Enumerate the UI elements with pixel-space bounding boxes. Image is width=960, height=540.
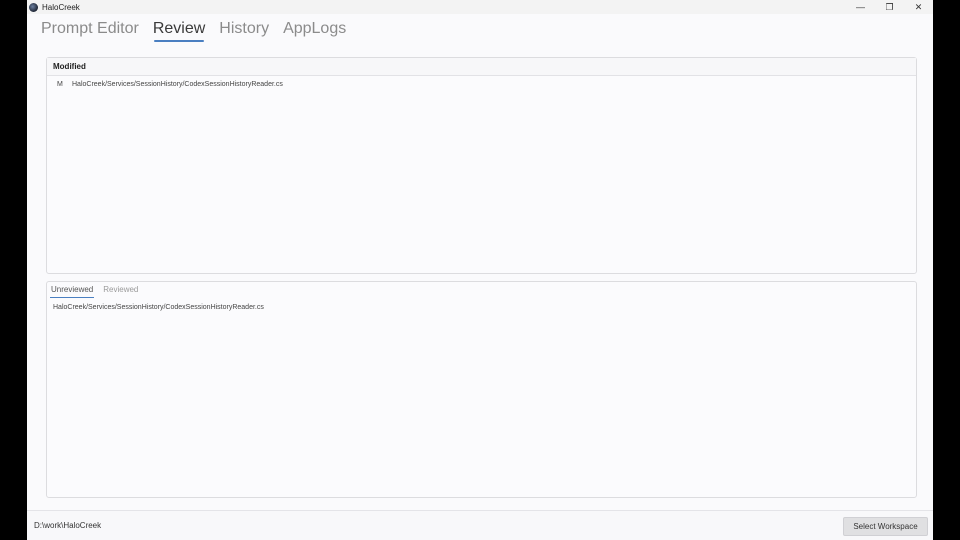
review-tabs: Unreviewed Reviewed	[47, 282, 916, 298]
window-title: HaloCreek	[42, 2, 80, 12]
tab-prompt-editor[interactable]: Prompt Editor	[34, 18, 146, 42]
file-path: HaloCreek/Services/SessionHistory/CodexS…	[72, 81, 283, 88]
title-bar[interactable]: HaloCreek — ❐ ✕	[27, 0, 933, 14]
tab-history[interactable]: History	[212, 18, 276, 42]
review-panel: Unreviewed Reviewed HaloCreek/Services/S…	[46, 281, 917, 498]
main-tabs: Prompt Editor Review History AppLogs	[34, 18, 353, 42]
file-status-badge: M	[57, 81, 63, 88]
app-icon	[29, 2, 38, 12]
restore-button[interactable]: ❐	[875, 0, 904, 14]
modified-files-panel: Modified M HaloCreek/Services/SessionHis…	[46, 57, 917, 274]
close-button[interactable]: ✕	[904, 0, 933, 14]
tab-applogs[interactable]: AppLogs	[276, 18, 353, 42]
tab-review[interactable]: Review	[146, 18, 212, 42]
select-workspace-button[interactable]: Select Workspace	[843, 517, 928, 536]
modified-file-row[interactable]: M HaloCreek/Services/SessionHistory/Code…	[47, 76, 916, 93]
workspace-path: D:\work\HaloCreek	[34, 521, 102, 530]
tab-unreviewed[interactable]: Unreviewed	[50, 285, 95, 298]
review-list-item[interactable]: HaloCreek/Services/SessionHistory/CodexS…	[47, 297, 916, 311]
status-bar: D:\work\HaloCreek Select Workspace	[27, 510, 933, 540]
tab-reviewed[interactable]: Reviewed	[102, 285, 139, 297]
app-window: HaloCreek — ❐ ✕ Prompt Editor Review His…	[27, 0, 933, 540]
minimize-button[interactable]: —	[846, 0, 875, 14]
modified-header: Modified	[47, 58, 916, 76]
window-controls: — ❐ ✕	[846, 0, 933, 14]
